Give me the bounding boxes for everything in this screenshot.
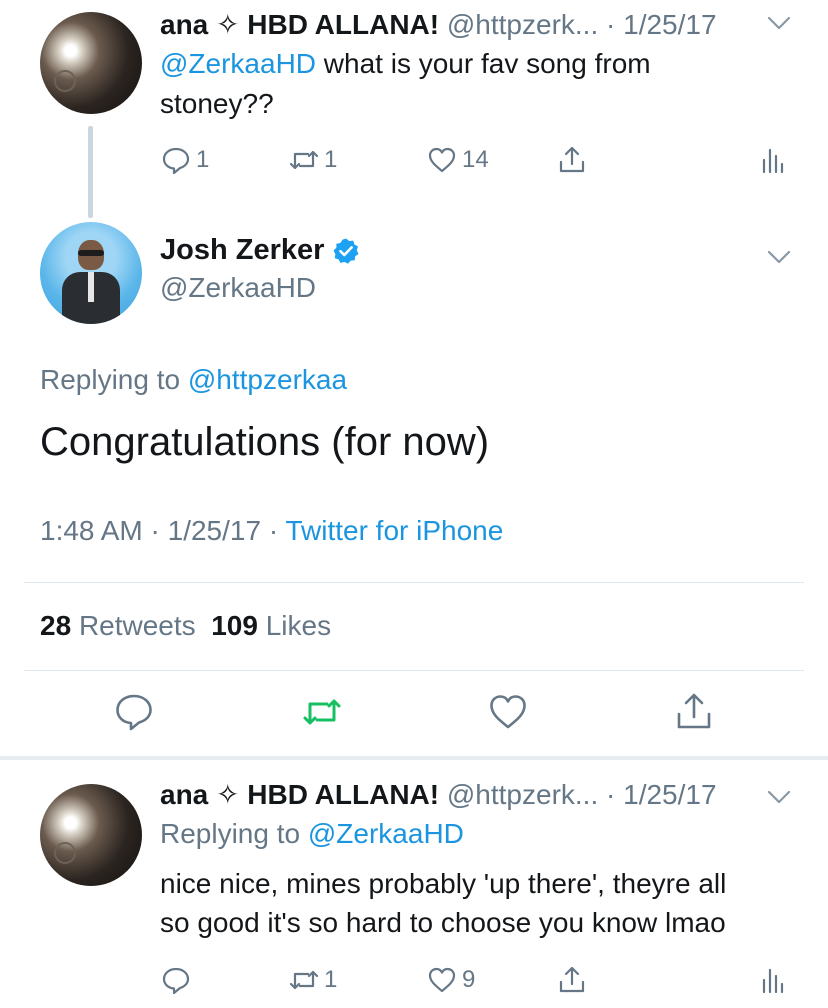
share-icon — [559, 966, 585, 993]
avatar-figure-sunglasses — [78, 250, 104, 256]
reply-icon — [162, 967, 190, 995]
focused-tweet-actions — [0, 690, 828, 742]
divider — [24, 670, 804, 671]
reply-icon — [116, 694, 152, 731]
avatar-detail — [54, 70, 76, 92]
tweet-actions: 1 9 — [160, 962, 800, 998]
verified-badge-icon — [333, 238, 359, 264]
replying-label: Replying to — [160, 818, 301, 849]
like-button[interactable]: 9 — [426, 962, 475, 998]
retweet-count: 1 — [324, 966, 338, 993]
analytics-icon — [762, 968, 784, 994]
reply-button[interactable] — [160, 962, 192, 998]
analytics-icon — [762, 148, 784, 174]
divider — [24, 582, 804, 583]
avatar[interactable] — [40, 784, 142, 886]
chevron-down-icon[interactable] — [766, 10, 792, 36]
like-icon — [428, 967, 456, 993]
share-button[interactable] — [556, 142, 588, 178]
tweet-text-line2: stoney?? — [160, 88, 274, 119]
chevron-down-icon[interactable] — [766, 244, 792, 270]
tweet-header: ana ✧ HBD ALLANA! @httpzerk... · 1/25/17 — [160, 778, 717, 811]
reply-button[interactable]: 1 — [160, 142, 209, 178]
like-button[interactable] — [486, 690, 530, 734]
handle[interactable]: @httpzerk... — [447, 779, 598, 810]
like-count: 14 — [462, 146, 489, 173]
retweet-count: 1 — [324, 146, 338, 173]
reply-button[interactable] — [112, 690, 156, 734]
replying-handle-link[interactable]: @httpzerkaa — [188, 364, 347, 395]
retweets-stat[interactable]: 28 Retweets — [40, 610, 196, 641]
chevron-down-icon[interactable] — [766, 784, 792, 810]
tweet-date[interactable]: · 1/25/17 — [606, 779, 717, 810]
retweet-icon — [289, 970, 319, 990]
retweet-button[interactable] — [300, 690, 344, 734]
handle[interactable]: @httpzerk... — [447, 9, 598, 40]
share-button[interactable] — [672, 690, 716, 734]
like-button[interactable]: 14 — [426, 142, 489, 178]
avatar[interactable] — [40, 12, 142, 114]
retweet-button[interactable]: 1 — [288, 962, 337, 998]
reply-count: 1 — [196, 146, 210, 173]
tweet-text: @ZerkaaHD what is your fav song from sto… — [160, 44, 651, 124]
tweet-date: · 1/25/17 · — [150, 515, 279, 546]
avatar-detail — [54, 842, 76, 864]
avatar-figure-lanyard — [88, 272, 94, 302]
tweet-header: ana ✧ HBD ALLANA! @httpzerk... · 1/25/17 — [160, 8, 717, 41]
tweet-source-link[interactable]: Twitter for iPhone — [285, 515, 503, 546]
replying-label: Replying to — [40, 364, 181, 395]
like-count: 9 — [462, 966, 476, 993]
retweet-icon — [303, 699, 341, 725]
avatar[interactable] — [40, 222, 142, 324]
replying-handle-link[interactable]: @ZerkaaHD — [308, 818, 464, 849]
like-icon — [428, 147, 456, 173]
analytics-button[interactable] — [756, 142, 788, 178]
tweet-text: nice nice, mines probably 'up there', th… — [160, 864, 726, 942]
tweet-time: 1:48 AM — [40, 515, 143, 546]
replying-to-line: Replying to @httpzerkaa — [40, 364, 347, 396]
focused-name-row: Josh Zerker — [160, 234, 360, 267]
tweet-stats: 28 Retweets 109 Likes — [40, 610, 331, 642]
section-separator — [0, 756, 828, 760]
share-button[interactable] — [556, 962, 588, 998]
display-name[interactable]: Josh Zerker — [160, 234, 324, 267]
tweet-meta: 1:48 AM · 1/25/17 · Twitter for iPhone — [40, 515, 503, 547]
share-icon — [559, 146, 585, 173]
retweet-icon — [289, 150, 319, 170]
retweet-button[interactable]: 1 — [288, 142, 337, 178]
tweet-text-part: what is your fav song from — [316, 48, 651, 79]
likes-stat[interactable]: 109 Likes — [211, 610, 331, 641]
analytics-button[interactable] — [756, 962, 788, 998]
display-name[interactable]: ana ✧ HBD ALLANA! — [160, 9, 439, 40]
thread-tweet-parent[interactable]: ana ✧ HBD ALLANA! @httpzerk... · 1/25/17… — [0, 0, 828, 218]
display-name[interactable]: ana ✧ HBD ALLANA! — [160, 779, 439, 810]
reply-icon — [162, 147, 190, 175]
tweet-text-line1: nice nice, mines probably 'up there', th… — [160, 868, 727, 899]
share-icon — [677, 693, 711, 729]
tweet-text-line2: so good it's so hard to choose you know … — [160, 907, 726, 938]
handle[interactable]: @ZerkaaHD — [160, 272, 316, 304]
mention-link[interactable]: @ZerkaaHD — [160, 48, 316, 79]
thread-connector — [88, 126, 93, 218]
focused-tweet-text: Congratulations (for now) — [40, 420, 490, 464]
tweet-actions: 1 1 14 — [160, 142, 800, 178]
tweet-date[interactable]: · 1/25/17 — [606, 9, 717, 40]
like-icon — [490, 695, 526, 729]
replying-to-line: Replying to @ZerkaaHD — [160, 818, 464, 850]
